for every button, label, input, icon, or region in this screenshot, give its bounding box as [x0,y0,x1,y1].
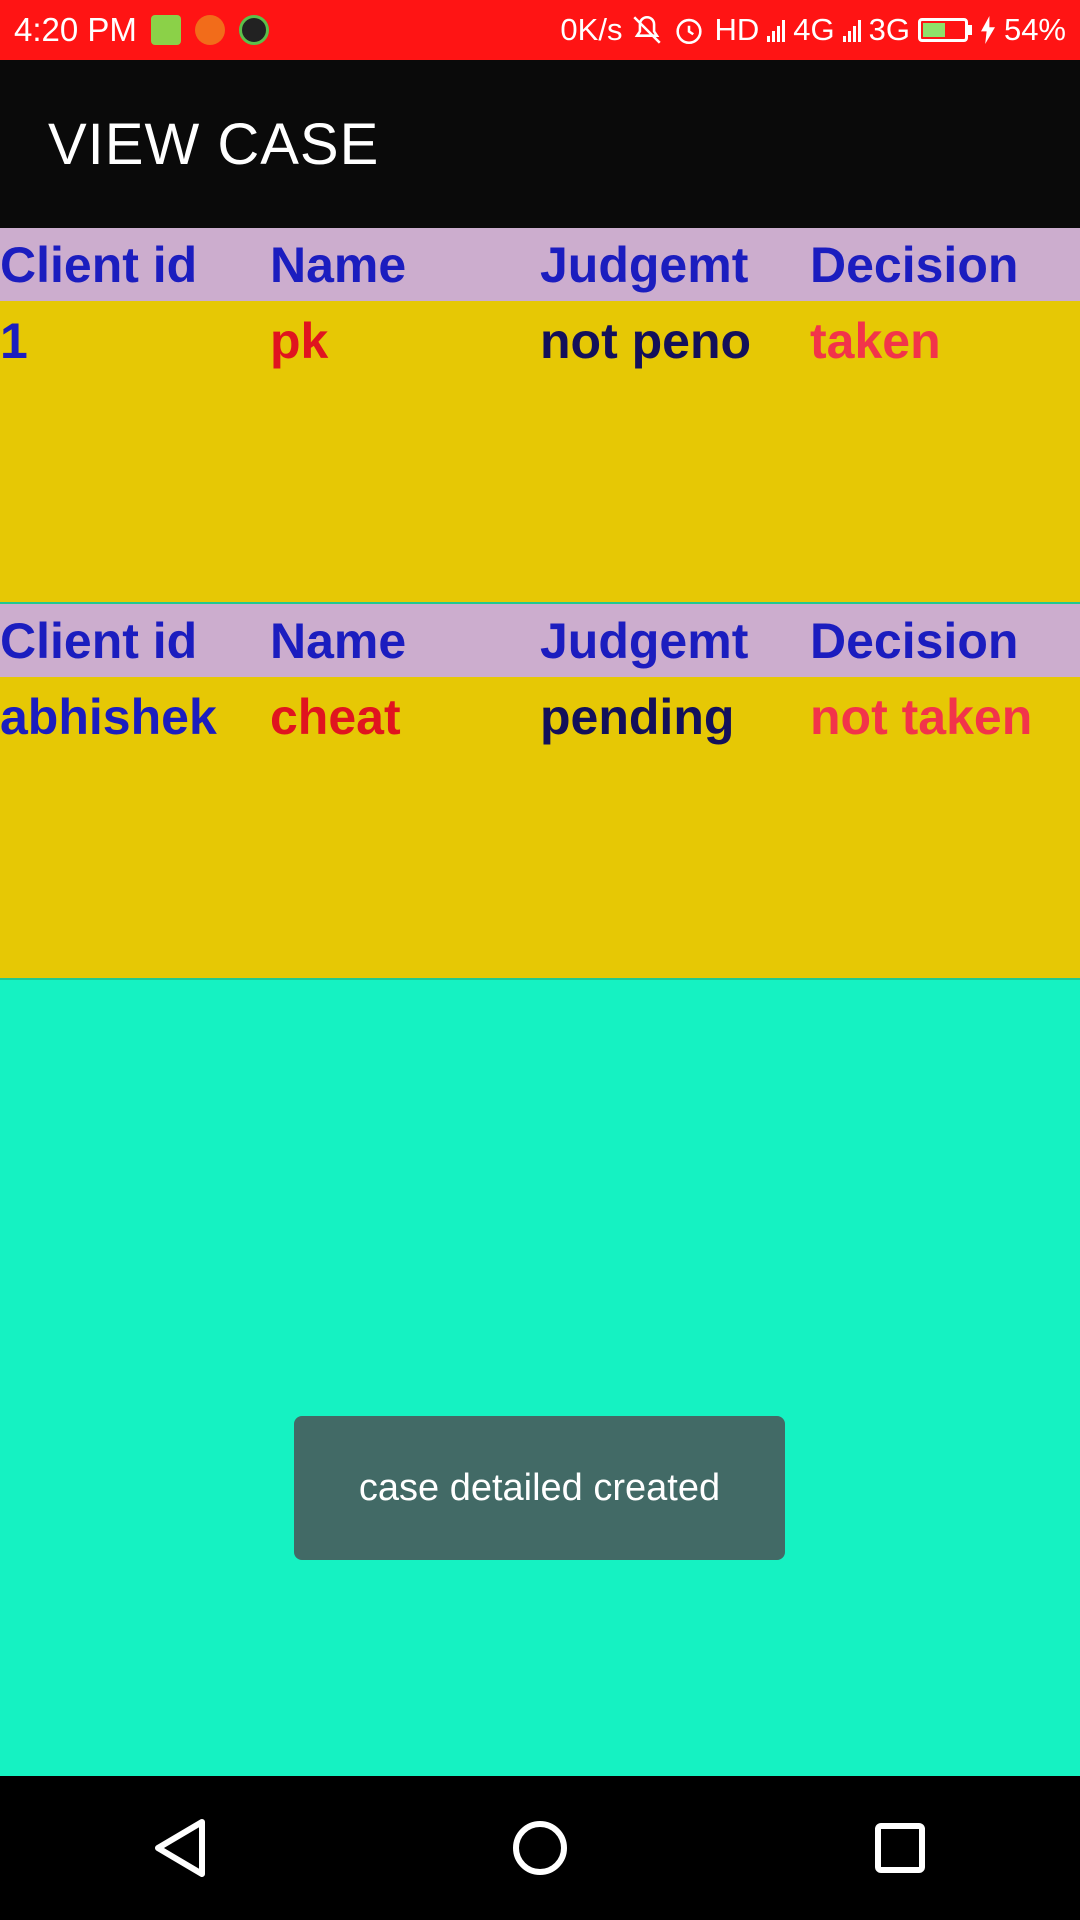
case-decision: not taken [810,689,1033,745]
back-button[interactable] [120,1788,240,1908]
navigation-bar [0,1776,1080,1920]
header-decision: Decision [810,612,1019,669]
header-name: Name [270,612,407,669]
call-recorder-icon [238,15,269,45]
notification-bag-icon [150,15,181,45]
case-judgement: not peno [540,313,752,369]
status-time: 4:20 PM [14,11,137,48]
column-header-row: Client id Name Judgemt Decision [0,228,1080,301]
case-client-id: 1 [0,313,28,369]
case-data-row: abhishek cheat pending not taken [0,677,1080,757]
case-card[interactable]: Client id Name Judgemt Decision 1 pk not… [0,228,1080,604]
battery-icon [917,18,972,42]
crop-icon [194,15,225,45]
header-decision: Decision [810,236,1019,293]
recents-button[interactable] [840,1788,960,1908]
signal-icon-2 [842,18,861,42]
case-name: pk [270,313,329,369]
header-client-id: Client id [0,612,198,669]
header-name: Name [270,236,407,293]
battery-percent: 54% [1003,12,1066,47]
case-decision: taken [810,313,941,369]
network-speed: 0K/s [560,12,623,47]
network-type-2: 3G [868,12,910,47]
status-bar: 4:20 PM 0K/s HD 4G 3G 54% [0,0,1080,60]
case-card[interactable]: Client id Name Judgemt Decision abhishek… [0,604,1080,980]
signal-icon [767,18,786,42]
app-bar: VIEW CASE [0,60,1080,228]
hd-label: HD [714,12,760,47]
charging-icon [980,16,995,44]
back-icon [155,1819,205,1877]
network-type-1: 4G [793,12,835,47]
case-judgement: pending [540,689,735,745]
toast-message: case detailed created [294,1416,785,1560]
home-button[interactable] [480,1788,600,1908]
header-client-id: Client id [0,236,198,293]
header-judgement: Judgemt [540,612,749,669]
toast-text: case detailed created [358,1466,721,1509]
alarm-icon [676,18,703,45]
page-title: VIEW CASE [48,111,380,177]
case-list: Client id Name Judgemt Decision 1 pk not… [0,228,1080,980]
case-name: cheat [270,689,401,745]
column-header-row: Client id Name Judgemt Decision [0,604,1080,677]
case-client-id: abhishek [0,689,217,745]
case-data-row: 1 pk not peno taken [0,301,1080,381]
mute-icon [633,15,662,44]
home-icon [513,1821,567,1875]
header-judgement: Judgemt [540,236,749,293]
recents-icon [875,1823,925,1873]
